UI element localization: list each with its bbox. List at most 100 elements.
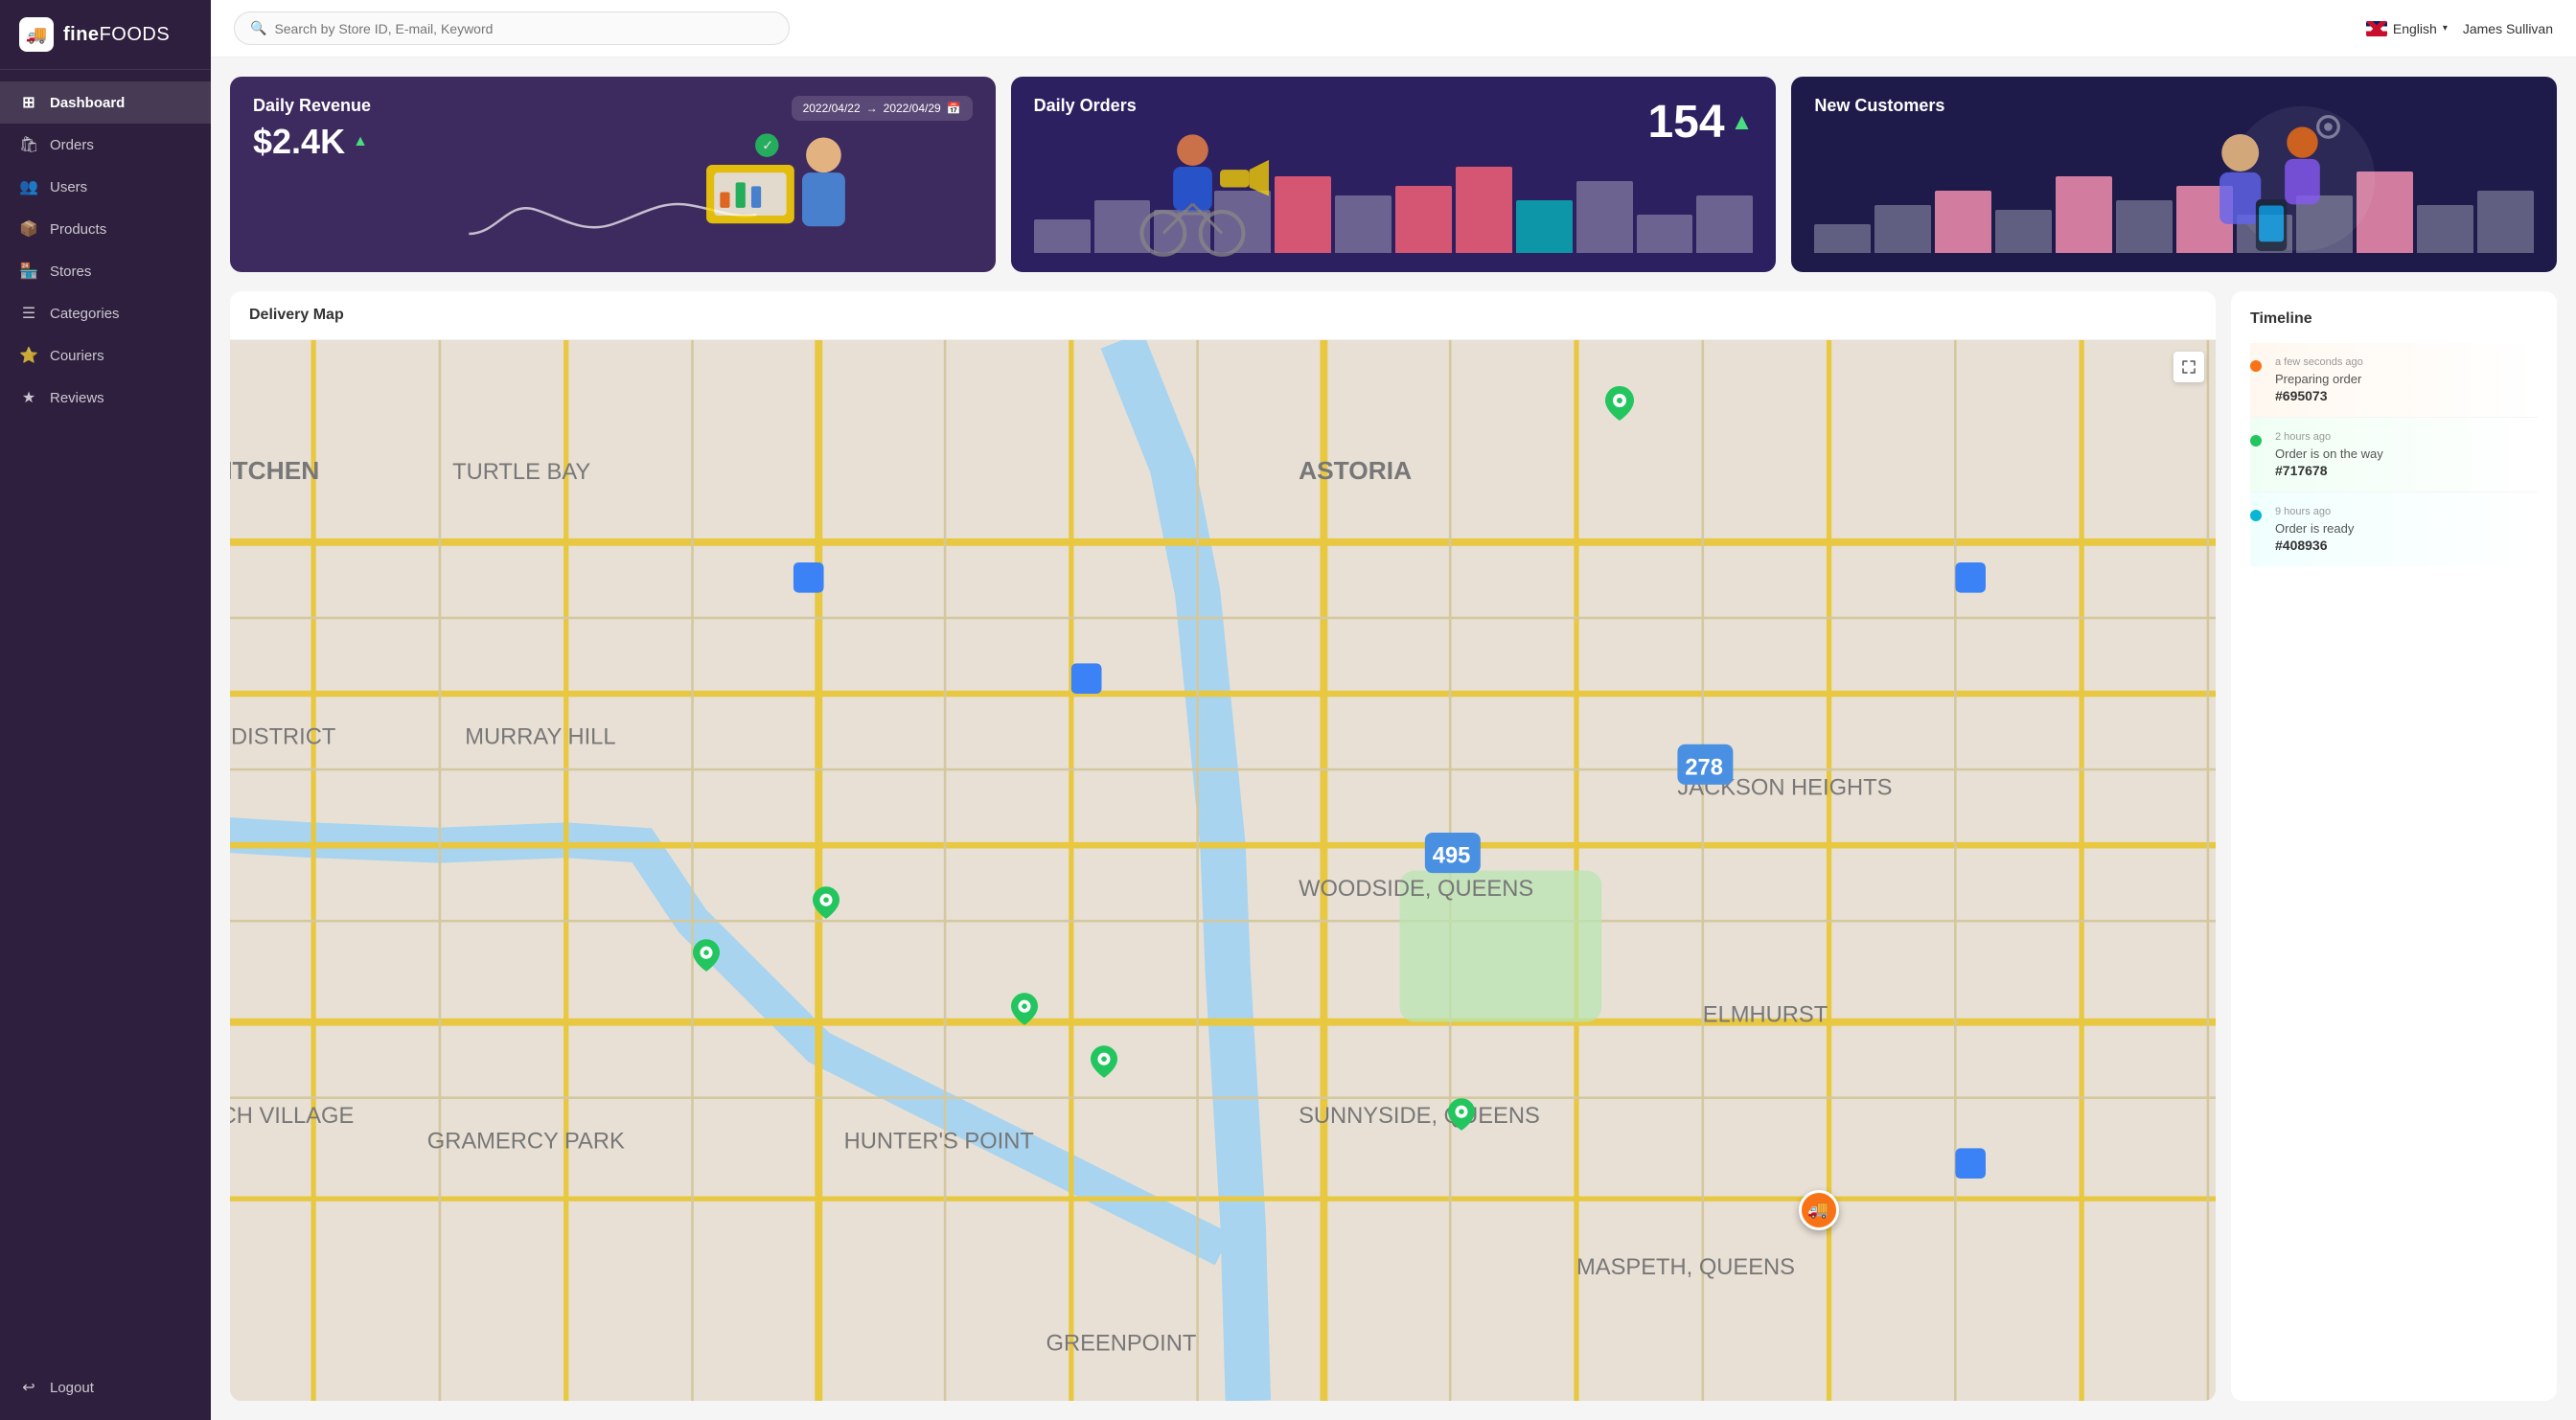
daily-orders-card: Daily Orders 154 ▲ <box>1011 77 1777 272</box>
language-label: English <box>2393 21 2437 36</box>
bar <box>1456 167 1512 253</box>
timeline-text-0: Preparing order <box>2275 372 2538 386</box>
sidebar-item-label: Orders <box>50 137 94 153</box>
timeline-order-1: #717678 <box>2275 463 2538 478</box>
timeline-title: Timeline <box>2250 310 2538 328</box>
svg-text:GRAMERCY PARK: GRAMERCY PARK <box>427 1129 625 1154</box>
svg-text:✓: ✓ <box>763 139 774 154</box>
language-selector[interactable]: English ▾ <box>2366 21 2448 36</box>
svg-text:GREENPOINT: GREENPOINT <box>1046 1331 1197 1356</box>
content-area: Daily Revenue $2.4K ▲ 2022/04/22 → 2022/… <box>211 57 2576 1420</box>
logo-text: fineFOODS <box>63 24 170 46</box>
svg-text:TURTLE BAY: TURTLE BAY <box>452 460 590 485</box>
svg-text:ASTORIA: ASTORIA <box>1299 456 1412 485</box>
map-pin-1 <box>1605 386 1634 425</box>
sidebar-item-couriers[interactable]: ⭐ Couriers <box>0 334 211 377</box>
reviews-icon: ★ <box>19 388 38 407</box>
orders-title: Daily Orders <box>1034 96 1137 116</box>
sidebar-item-label: Couriers <box>50 348 104 364</box>
dashboard-icon: ⊞ <box>19 93 38 112</box>
bar <box>1637 215 1693 253</box>
chevron-down-icon: ▾ <box>2443 23 2448 34</box>
svg-text:HELL'S KITCHEN: HELL'S KITCHEN <box>230 456 319 485</box>
search-bar[interactable]: 🔍 <box>234 11 790 45</box>
sidebar-logo: 🚚 fineFOODS <box>0 0 211 70</box>
sidebar-item-products[interactable]: 📦 Products <box>0 208 211 250</box>
sidebar-item-categories[interactable]: ☰ Categories <box>0 292 211 334</box>
sidebar-item-stores[interactable]: 🏪 Stores <box>0 250 211 292</box>
map-pin-4 <box>1011 993 1038 1030</box>
delivery-map-card: Delivery Map <box>230 291 2216 1401</box>
svg-text:WOODSIDE, QUEENS: WOODSIDE, QUEENS <box>1299 877 1533 902</box>
timeline-content-0: a few seconds ago Preparing order #69507… <box>2275 356 2538 403</box>
users-icon: 👥 <box>19 177 38 196</box>
timeline-order-0: #695073 <box>2275 388 2538 403</box>
map-container: HELL'S KITCHEN GARMENT DISTRICT CHELSEA … <box>230 340 2216 1401</box>
user-name: James Sullivan <box>2463 21 2553 36</box>
timeline-item-2: 9 hours ago Order is ready #408936 <box>2250 492 2538 566</box>
bar <box>1696 195 1753 253</box>
timeline-item-1: 2 hours ago Order is on the way #717678 <box>2250 418 2538 492</box>
sidebar-item-label: Categories <box>50 306 120 322</box>
timeline-time-0: a few seconds ago <box>2275 356 2538 368</box>
map-title: Delivery Map <box>230 291 2216 340</box>
search-input[interactable] <box>274 21 773 36</box>
fullscreen-button[interactable] <box>2174 352 2204 382</box>
map-pin-6 <box>1448 1098 1475 1135</box>
orders-value: 154 ▲ <box>1647 96 1753 149</box>
map-pin-2 <box>813 886 840 924</box>
timeline-content-2: 9 hours ago Order is ready #408936 <box>2275 506 2538 553</box>
sidebar-item-logout[interactable]: ↩ Logout <box>0 1366 211 1409</box>
svg-text:GARMENT DISTRICT: GARMENT DISTRICT <box>230 725 335 750</box>
timeline-dot-1 <box>2250 435 2262 447</box>
map-pin-5 <box>1091 1045 1117 1083</box>
sidebar-item-label: Dashboard <box>50 95 125 111</box>
svg-text:GREENWICH VILLAGE: GREENWICH VILLAGE <box>230 1104 354 1129</box>
bar <box>1874 205 1931 253</box>
main-area: 🔍 English ▾ James Sullivan Daily Revenue <box>211 0 2576 1420</box>
categories-icon: ☰ <box>19 304 38 323</box>
new-customers-card: New Customers <box>1791 77 2557 272</box>
timeline-text-1: Order is on the way <box>2275 447 2538 461</box>
map-pin-delivery: 🚚 <box>1799 1190 1839 1230</box>
flag-icon <box>2366 21 2387 36</box>
date-to: 2022/04/29 <box>884 102 941 115</box>
products-icon: 📦 <box>19 219 38 239</box>
timeline-time-1: 2 hours ago <box>2275 431 2538 443</box>
sidebar-item-users[interactable]: 👥 Users <box>0 166 211 208</box>
orders-trend-icon: ▲ <box>1731 109 1754 136</box>
svg-text:HUNTER'S POINT: HUNTER'S POINT <box>844 1129 1034 1154</box>
stats-row: Daily Revenue $2.4K ▲ 2022/04/22 → 2022/… <box>230 77 2557 272</box>
sidebar-item-label: Users <box>50 179 87 195</box>
timeline-order-2: #408936 <box>2275 538 2538 553</box>
bar <box>1395 186 1452 253</box>
timeline-dot-0 <box>2250 360 2262 372</box>
logo-icon: 🚚 <box>19 17 54 52</box>
timeline-content-1: 2 hours ago Order is on the way #717678 <box>2275 431 2538 478</box>
svg-text:MURRAY HILL: MURRAY HILL <box>465 725 615 750</box>
sidebar-item-label: Products <box>50 221 106 238</box>
sidebar-item-dashboard[interactable]: ⊞ Dashboard <box>0 81 211 124</box>
sidebar-item-orders[interactable]: 🛍 Orders <box>0 124 211 166</box>
bar <box>1814 224 1871 253</box>
svg-text:SUNNYSIDE, QUEENS: SUNNYSIDE, QUEENS <box>1299 1104 1540 1129</box>
map-pin-3 <box>693 939 720 976</box>
daily-revenue-card: Daily Revenue $2.4K ▲ 2022/04/22 → 2022/… <box>230 77 996 272</box>
revenue-illustration: ✓ <box>574 116 995 272</box>
sidebar-item-label: Logout <box>50 1380 94 1396</box>
sidebar: 🚚 fineFOODS ⊞ Dashboard 🛍 Orders 👥 Users… <box>0 0 211 1420</box>
bottom-row: Delivery Map <box>230 291 2557 1401</box>
timeline-card: Timeline a few seconds ago Preparing ord… <box>2231 291 2557 1401</box>
customers-illustration <box>1944 96 2557 272</box>
map-svg: HELL'S KITCHEN GARMENT DISTRICT CHELSEA … <box>230 340 2216 1401</box>
couriers-icon: ⭐ <box>19 346 38 365</box>
timeline-item-0: a few seconds ago Preparing order #69507… <box>2250 343 2538 418</box>
stores-icon: 🏪 <box>19 262 38 281</box>
sidebar-item-reviews[interactable]: ★ Reviews <box>0 377 211 419</box>
timeline-text-2: Order is ready <box>2275 521 2538 536</box>
calendar-icon: 📅 <box>947 102 961 115</box>
timeline-time-2: 9 hours ago <box>2275 506 2538 517</box>
svg-text:278: 278 <box>1685 755 1723 780</box>
svg-text:ELMHURST: ELMHURST <box>1703 1003 1828 1028</box>
revenue-value: $2.4K ▲ <box>253 122 371 162</box>
